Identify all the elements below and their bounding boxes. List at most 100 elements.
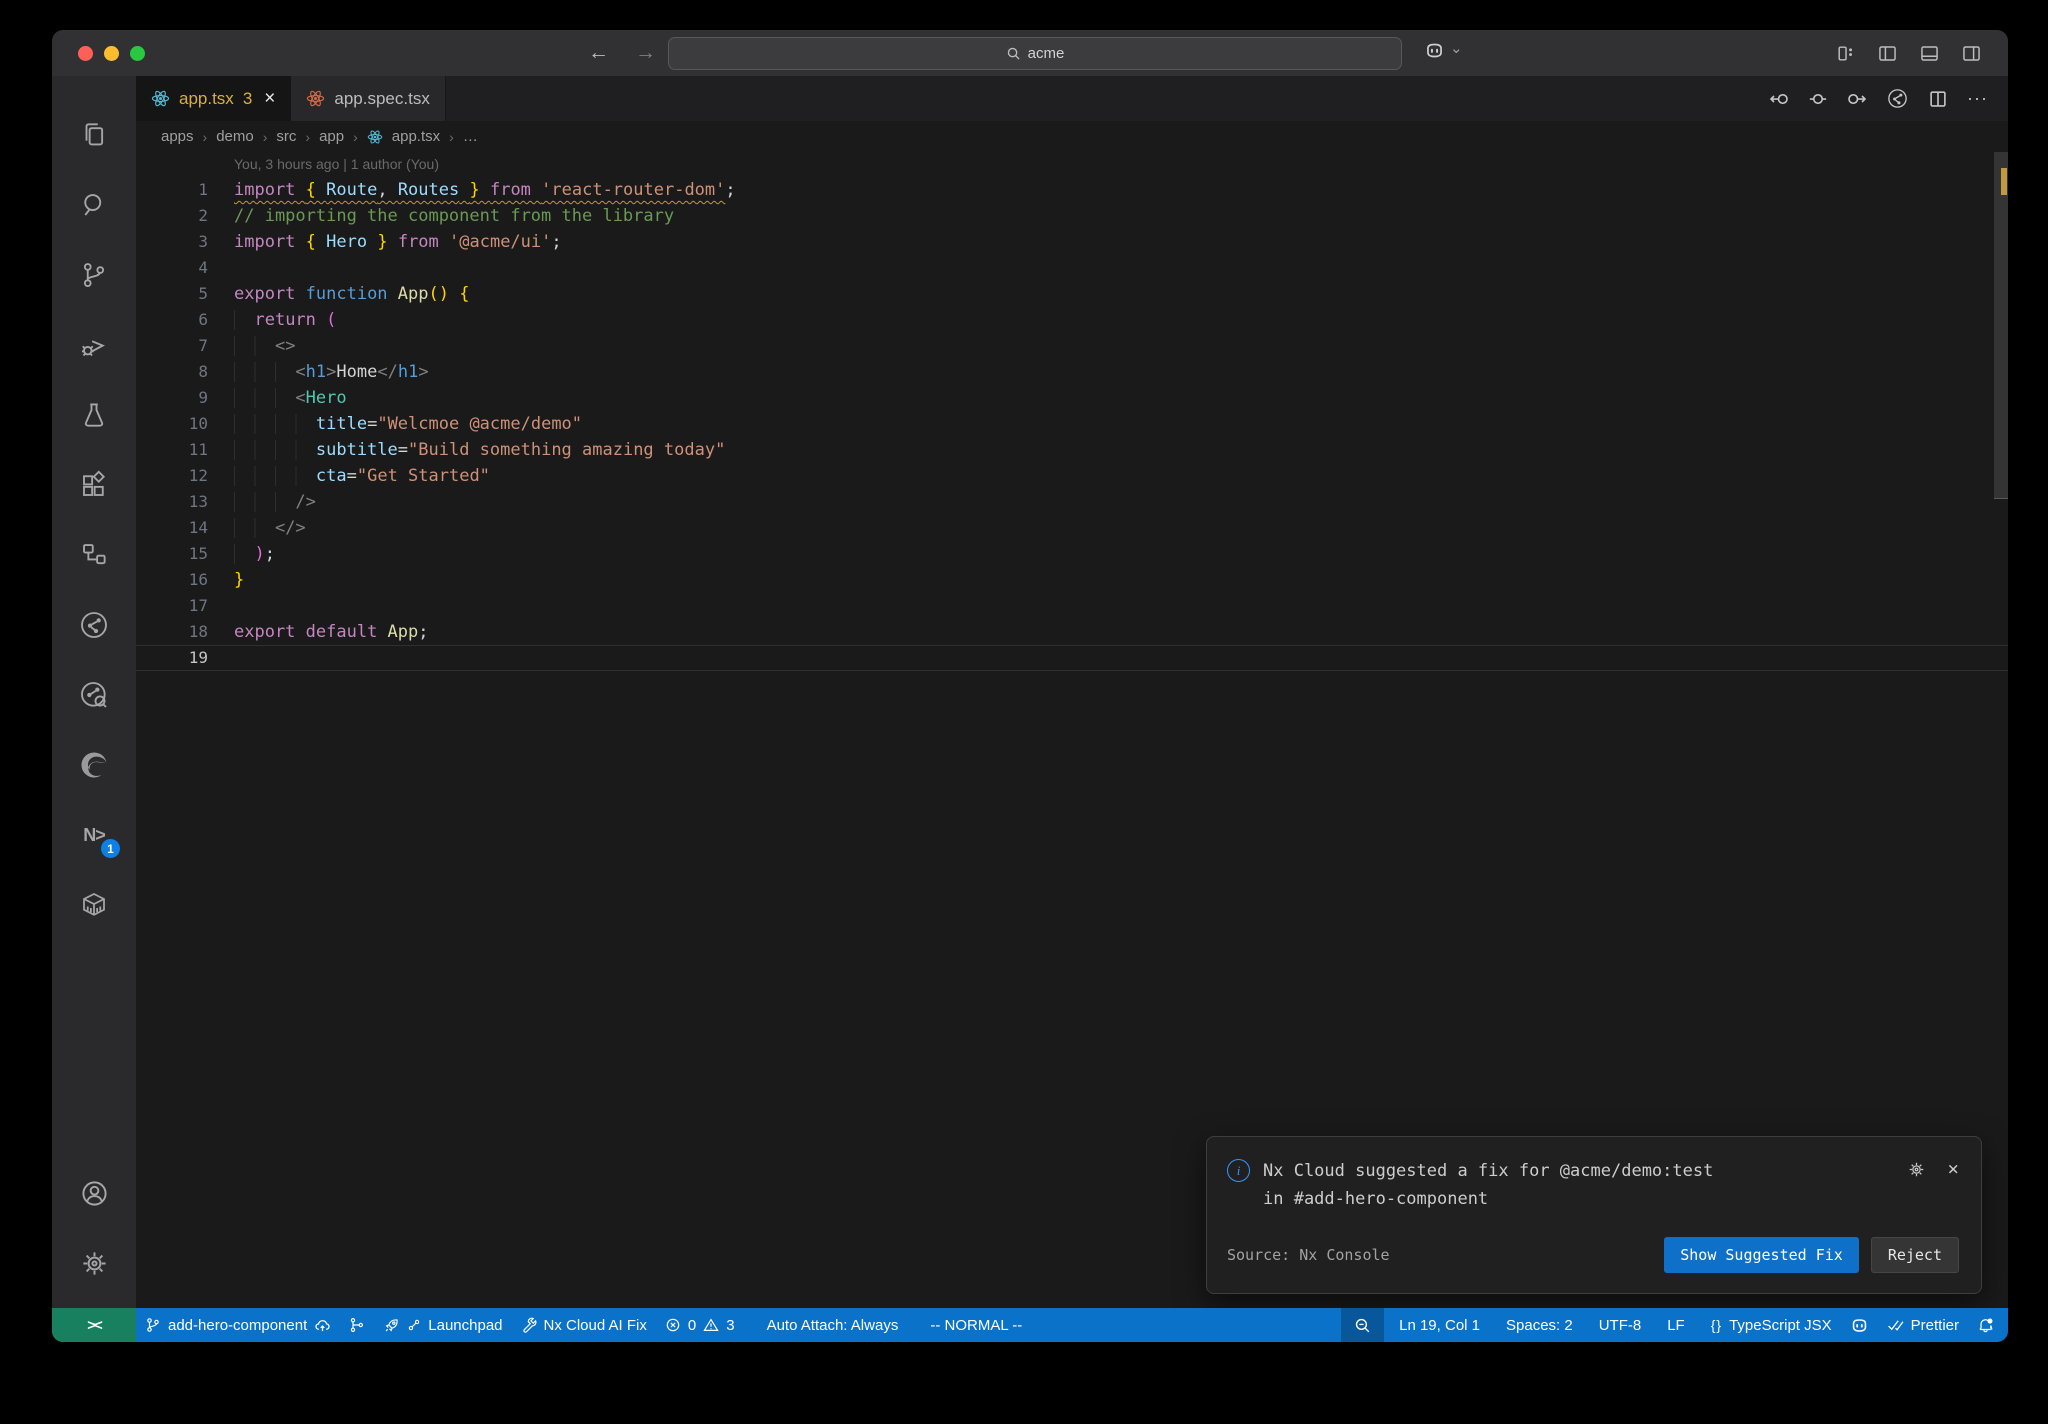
formatter-item[interactable]: Prettier [1878,1308,1968,1342]
breadcrumb-item[interactable]: demo [216,128,254,145]
breadcrumb-item[interactable]: src [276,128,296,145]
line-number: 16 [188,570,208,589]
breadcrumb-item[interactable]: app [319,128,344,145]
tab-app-tsx[interactable]: app.tsx 3 × [136,76,292,121]
code-line[interactable]: 9 <Hero [136,385,2008,411]
remote-indicator[interactable]: >< [52,1308,136,1342]
tab-app-spec-tsx[interactable]: app.spec.tsx [291,76,446,121]
code-line[interactable]: 5 export function App() { [136,281,2008,307]
sidebar-item-explorer[interactable] [52,100,136,170]
sidebar-item-gitlens-inspect[interactable] [52,660,136,730]
account-button[interactable] [52,1158,136,1228]
sidebar-item-containers[interactable] [52,870,136,940]
problems-item[interactable]: 0 3 [656,1308,744,1342]
sidebar-item-run-debug[interactable] [52,310,136,380]
settings-button[interactable] [52,1228,136,1298]
notification-settings-icon[interactable] [1907,1160,1926,1179]
code-line[interactable]: 8 <h1>Home</h1> [136,359,2008,385]
eol-label: LF [1667,1316,1685,1334]
auto-attach-item[interactable]: Auto Attach: Always [758,1308,908,1342]
line-number: 4 [198,258,208,277]
customize-layout-icon[interactable] [1835,43,1856,64]
sidebar-item-nx-console[interactable]: N> 1 [52,800,136,870]
commit-graph-item[interactable] [340,1308,374,1342]
code-line[interactable]: 13 /> [136,489,2008,515]
zoom-status-item[interactable] [1341,1308,1385,1342]
language-mode-label: TypeScript JSX [1729,1316,1832,1334]
encoding-item[interactable]: UTF-8 [1590,1308,1651,1342]
nx-cloud-fix-item[interactable]: Nx Cloud AI Fix [512,1308,656,1342]
cursor-position-item[interactable]: Ln 19, Col 1 [1390,1308,1489,1342]
minimize-window-button[interactable] [104,45,119,61]
notifications-bell-item[interactable] [1968,1308,2008,1342]
code-line[interactable]: 7 <> [136,333,2008,359]
launchpad-item[interactable]: Launchpad [374,1308,511,1342]
code-line[interactable]: 18 export default App; [136,619,2008,645]
line-content: cta="Get Started" [234,463,490,489]
sidebar-item-source-control[interactable] [52,240,136,310]
previous-change-icon[interactable] [1769,89,1789,109]
toggle-primary-sidebar-icon[interactable] [1877,43,1898,64]
code-line[interactable]: 1 import { Route, Routes } from 'react-ro… [136,177,2008,203]
code-line[interactable]: 16} [136,567,2008,593]
maximize-window-button[interactable] [130,45,145,61]
commit-icon[interactable] [1808,89,1828,109]
command-center-search[interactable]: acme [668,37,1402,70]
code-line[interactable]: 3 import { Hero } from '@acme/ui'; [136,229,2008,255]
sidebar-item-references[interactable] [52,520,136,590]
code-line[interactable]: 12 cta="Get Started" [136,463,2008,489]
next-change-icon[interactable] [1847,89,1867,109]
history-forward-icon[interactable]: → [635,41,656,65]
tab-bar: app.tsx 3 × app.spec.tsx ··· [136,76,2008,121]
eol-item[interactable]: LF [1658,1308,1694,1342]
line-content: /> [234,489,316,515]
sidebar-item-extensions[interactable] [52,450,136,520]
sidebar-item-search[interactable] [52,170,136,240]
show-suggested-fix-button[interactable]: Show Suggested Fix [1664,1237,1859,1273]
scrollbar-thumb[interactable] [1994,152,2008,499]
vim-mode-item[interactable]: -- NORMAL -- [921,1308,1031,1342]
indentation-item[interactable]: Spaces: 2 [1497,1308,1582,1342]
code-line[interactable]: 6 return ( [136,307,2008,333]
breadcrumb-item[interactable]: apps [161,128,194,145]
code-line[interactable]: 4 [136,255,2008,281]
sidebar-item-commit-graph[interactable] [52,590,136,660]
copilot-menu-button[interactable]: ⌄ [1424,40,1463,61]
toggle-panel-icon[interactable] [1919,43,1940,64]
copilot-status-item[interactable] [1841,1308,1878,1342]
notification-close-icon[interactable]: × [1948,1160,1959,1179]
breadcrumb-item[interactable]: app.tsx [392,128,440,145]
code-line[interactable]: 2 // importing the component from the lib… [136,203,2008,229]
code-line[interactable]: 19 [136,645,2008,671]
breadcrumb-item[interactable]: … [463,128,478,145]
editor-scrollbar[interactable] [1994,152,2008,1308]
reject-button[interactable]: Reject [1870,1237,1959,1273]
sidebar-item-edge-devtools[interactable] [52,730,136,800]
language-mode-item[interactable]: {} TypeScript JSX [1702,1308,1841,1342]
split-editor-icon[interactable] [1928,89,1948,109]
code-line[interactable]: 10 title="Welcmoe @acme/demo" [136,411,2008,437]
line-number: 11 [188,440,208,459]
line-content: export default App; [234,622,429,642]
more-actions-icon[interactable]: ··· [1967,88,1988,109]
code-line[interactable]: 14 </> [136,515,2008,541]
line-number: 1 [198,180,208,199]
close-tab-icon[interactable]: × [264,89,275,108]
code-line[interactable]: 11 subtitle="Build something amazing tod… [136,437,2008,463]
code-lines: 1 import { Route, Routes } from 'react-ro… [136,177,2008,671]
git-branch-item[interactable]: add-hero-component [136,1308,340,1342]
history-back-icon[interactable]: ← [588,41,609,65]
sidebar-item-testing[interactable] [52,380,136,450]
line-number: 8 [198,362,208,381]
code-editor[interactable]: You, 3 hours ago | 1 author (You) 1 impor… [136,152,2008,1308]
git-blame-annotation[interactable]: You, 3 hours ago | 1 author (You) [234,152,2008,177]
code-line[interactable]: 15 ); [136,541,2008,567]
code-line[interactable]: 17 [136,593,2008,619]
line-number: 3 [198,232,208,251]
search-icon [1007,47,1020,60]
line-content: <h1>Home</h1> [234,359,429,385]
toggle-secondary-sidebar-icon[interactable] [1961,43,1982,64]
launchpad-label: Launchpad [428,1316,503,1334]
close-window-button[interactable] [78,45,93,61]
run-target-icon[interactable] [1886,87,1909,110]
